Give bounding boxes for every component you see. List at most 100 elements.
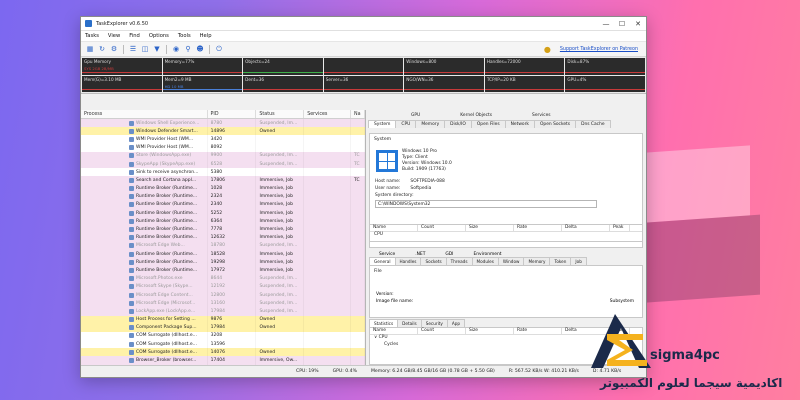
minimize-button[interactable]: — xyxy=(598,17,614,31)
target-icon[interactable]: ◉ xyxy=(171,44,181,54)
tab-window[interactable]: Window xyxy=(497,257,525,265)
tab-group-gpu[interactable]: GPU xyxy=(406,112,425,119)
menu-view[interactable]: View xyxy=(108,33,120,39)
tab-open-files[interactable]: Open Files xyxy=(470,120,506,128)
tab-threads[interactable]: Threads xyxy=(445,257,473,265)
tab-token[interactable]: Token xyxy=(549,257,572,265)
graph-panel[interactable]: NGO/WN=36 xyxy=(404,75,484,92)
process-row[interactable]: Browser_Broker (browser... 17404 Immersive… xyxy=(81,356,365,365)
grid-col-size[interactable]: Size xyxy=(466,225,514,231)
process-row[interactable]: Runtime Broker (Runtime... 1028 Immersive,… xyxy=(81,184,365,193)
graph-panel[interactable]: Gpu Memory SYS 2GB 2B/MB xyxy=(82,58,162,75)
tab-group-services[interactable]: Services xyxy=(527,112,556,119)
process-row[interactable]: LockApp.exe (LockApp.e... 17984 Suspended,… xyxy=(81,307,365,316)
menu-options[interactable]: Options xyxy=(149,33,169,39)
process-row[interactable]: Runtime Broker (Runtime... 12632 Immersive… xyxy=(81,233,365,242)
tab-details[interactable]: Details xyxy=(397,319,422,327)
stat-col-name[interactable]: Name xyxy=(370,328,418,334)
process-row[interactable]: Runtime Broker (Runtime... 18528 Immersive… xyxy=(81,250,365,259)
process-row[interactable]: Microsoft Edge (Microsof... 13160 Suspende… xyxy=(81,299,365,308)
column-status[interactable]: Status xyxy=(256,110,305,118)
process-row[interactable]: Runtime Broker (Runtime... 2340 Immersive,… xyxy=(81,200,365,210)
process-row[interactable]: Search and Cortana appl... 17806 Immersive… xyxy=(81,176,365,185)
system-directory-field[interactable]: C:\WINDOWS\System32 xyxy=(375,200,597,208)
column-process[interactable]: Process xyxy=(81,110,208,118)
process-row[interactable]: Runtime Broker (Runtime... 2324 Immersive,… xyxy=(81,192,365,201)
process-row[interactable]: WMI Provider Host (WM... 8092 xyxy=(81,143,365,152)
process-row[interactable]: Runtime Broker (Runtime... 17972 Immersive… xyxy=(81,266,365,275)
grid-col-delta[interactable]: Delta xyxy=(562,225,610,231)
tab-security[interactable]: Security xyxy=(420,319,448,327)
process-row[interactable]: Store (WindowsApp.exe) 9900 Suspended, Im.… xyxy=(81,151,365,160)
menu-tasks[interactable]: Tasks xyxy=(85,33,99,39)
tab-memory[interactable]: Memory xyxy=(415,120,446,128)
column-name[interactable]: Na xyxy=(351,110,365,118)
person-icon[interactable]: ☻ xyxy=(195,44,205,54)
tab-cpu[interactable]: CPU xyxy=(395,120,417,128)
process-row[interactable]: Windows Shell Experience... 8780 Suspended… xyxy=(81,119,365,128)
settings-icon[interactable]: ⚙ xyxy=(109,44,119,54)
process-row[interactable]: Runtime Broker (Runtime... 7778 Immersive,… xyxy=(81,225,365,234)
support-link[interactable]: Support TaskExplorer on Patreon xyxy=(560,47,638,52)
grid-col-rate[interactable]: Rate xyxy=(514,225,562,231)
search-icon[interactable]: ⚲ xyxy=(183,44,193,54)
tab-dns-cache[interactable]: Dns Cache xyxy=(575,120,611,128)
stat-col-count[interactable]: Count xyxy=(418,328,466,334)
process-row[interactable]: SkypeApp (SkypeApp.exe) 6528 Suspended, Im… xyxy=(81,159,365,169)
tab-group-kernel-objects[interactable]: Kernel Objects xyxy=(455,112,497,119)
tab-general[interactable]: General xyxy=(369,257,396,265)
tab-app[interactable]: App xyxy=(446,319,466,327)
tab-disk-io[interactable]: Disk/IO xyxy=(444,120,472,128)
tab-network[interactable]: Network xyxy=(504,120,535,128)
process-row[interactable]: Microsoft Skype (Skype... 12192 Suspended,… xyxy=(81,282,365,291)
process-row[interactable]: COM Surrogate (dllhost.e... 14076 Owned xyxy=(81,348,365,357)
process-row[interactable]: Microsoft Edge Web... 18780 Suspended, Im.… xyxy=(81,241,365,250)
tab-job[interactable]: Job xyxy=(570,257,587,265)
tab-sockets[interactable]: Sockets xyxy=(420,257,447,265)
process-row[interactable]: Component Package Sup... 17984 Owned xyxy=(81,323,365,332)
grid-col-peak[interactable]: Peak xyxy=(610,225,630,231)
process-row[interactable]: WMI Provider Host (WM... 3420 xyxy=(81,135,365,144)
process-row[interactable]: Runtime Broker (Runtime... 6364 Immersive,… xyxy=(81,217,365,226)
graph-panel[interactable]: Mem2=9 MB HD 10 MB xyxy=(162,75,243,92)
process-row[interactable]: Host Process for Setting ... 9876 Owned xyxy=(81,315,365,324)
graph-panel[interactable]: Server=36 xyxy=(323,75,404,92)
graph-panel[interactable]: Handles=72000 xyxy=(484,58,565,75)
refresh-icon[interactable]: ↻ xyxy=(97,44,107,54)
process-row[interactable]: Sink to receive asynchron... 5380 xyxy=(81,168,365,177)
process-row[interactable]: Runtime Broker (Runtime... 19298 Immersive… xyxy=(81,258,365,267)
menu-help[interactable]: Help xyxy=(200,33,212,39)
menu-find[interactable]: Find xyxy=(129,33,140,39)
grid-row-cpu[interactable]: CPU xyxy=(370,232,642,238)
tree-icon[interactable]: ☰ xyxy=(128,44,138,54)
tab-modules[interactable]: Modules xyxy=(471,257,499,265)
tab-memory-proc[interactable]: Memory xyxy=(523,257,551,265)
graph-panel[interactable]: Dent=36 xyxy=(243,75,323,92)
tab-open-sockets[interactable]: Open Sockets xyxy=(533,120,577,128)
menu-tools[interactable]: Tools xyxy=(178,33,191,39)
process-row[interactable]: Microsoft Edge Content... 12800 Suspended,… xyxy=(81,290,365,300)
graph-panel[interactable]: GPU=4% xyxy=(565,75,645,92)
tab-statistics[interactable]: Statistics xyxy=(369,319,399,327)
stat-col-rate[interactable]: Rate xyxy=(514,328,562,334)
graph-panel[interactable]: TCP/IP=20 KB xyxy=(484,75,565,92)
column-services[interactable]: Services xyxy=(304,110,352,118)
grid-icon[interactable]: ▦ xyxy=(85,44,95,54)
graph-panel[interactable]: Windows=800 xyxy=(404,58,484,75)
close-button[interactable]: ✕ xyxy=(630,17,646,31)
tab-system[interactable]: System xyxy=(368,120,397,128)
process-row[interactable]: COM Surrogate (dllhost.e... 3208 xyxy=(81,331,365,341)
filter-icon[interactable]: ▼ xyxy=(152,44,162,54)
graph-panel[interactable]: Objects=24 xyxy=(243,58,323,75)
process-row[interactable]: Runtime Broker (Runtime... 5252 Immersive,… xyxy=(81,209,365,218)
maximize-button[interactable]: ☐ xyxy=(614,17,630,31)
grid-col-name[interactable]: Name xyxy=(370,225,418,231)
tab-handles[interactable]: Handles xyxy=(394,257,422,265)
column-pid[interactable]: PID xyxy=(208,110,257,118)
stat-col-size[interactable]: Size xyxy=(466,328,514,334)
process-row[interactable]: Microsoft.Photos.exe 8644 Suspended, Im... xyxy=(81,274,365,283)
graph-panel[interactable]: Memory=77% xyxy=(162,58,243,75)
columns-icon[interactable]: ◫ xyxy=(140,44,150,54)
graph-panel[interactable] xyxy=(323,58,404,75)
power-icon[interactable]: ⏻ xyxy=(214,44,224,54)
